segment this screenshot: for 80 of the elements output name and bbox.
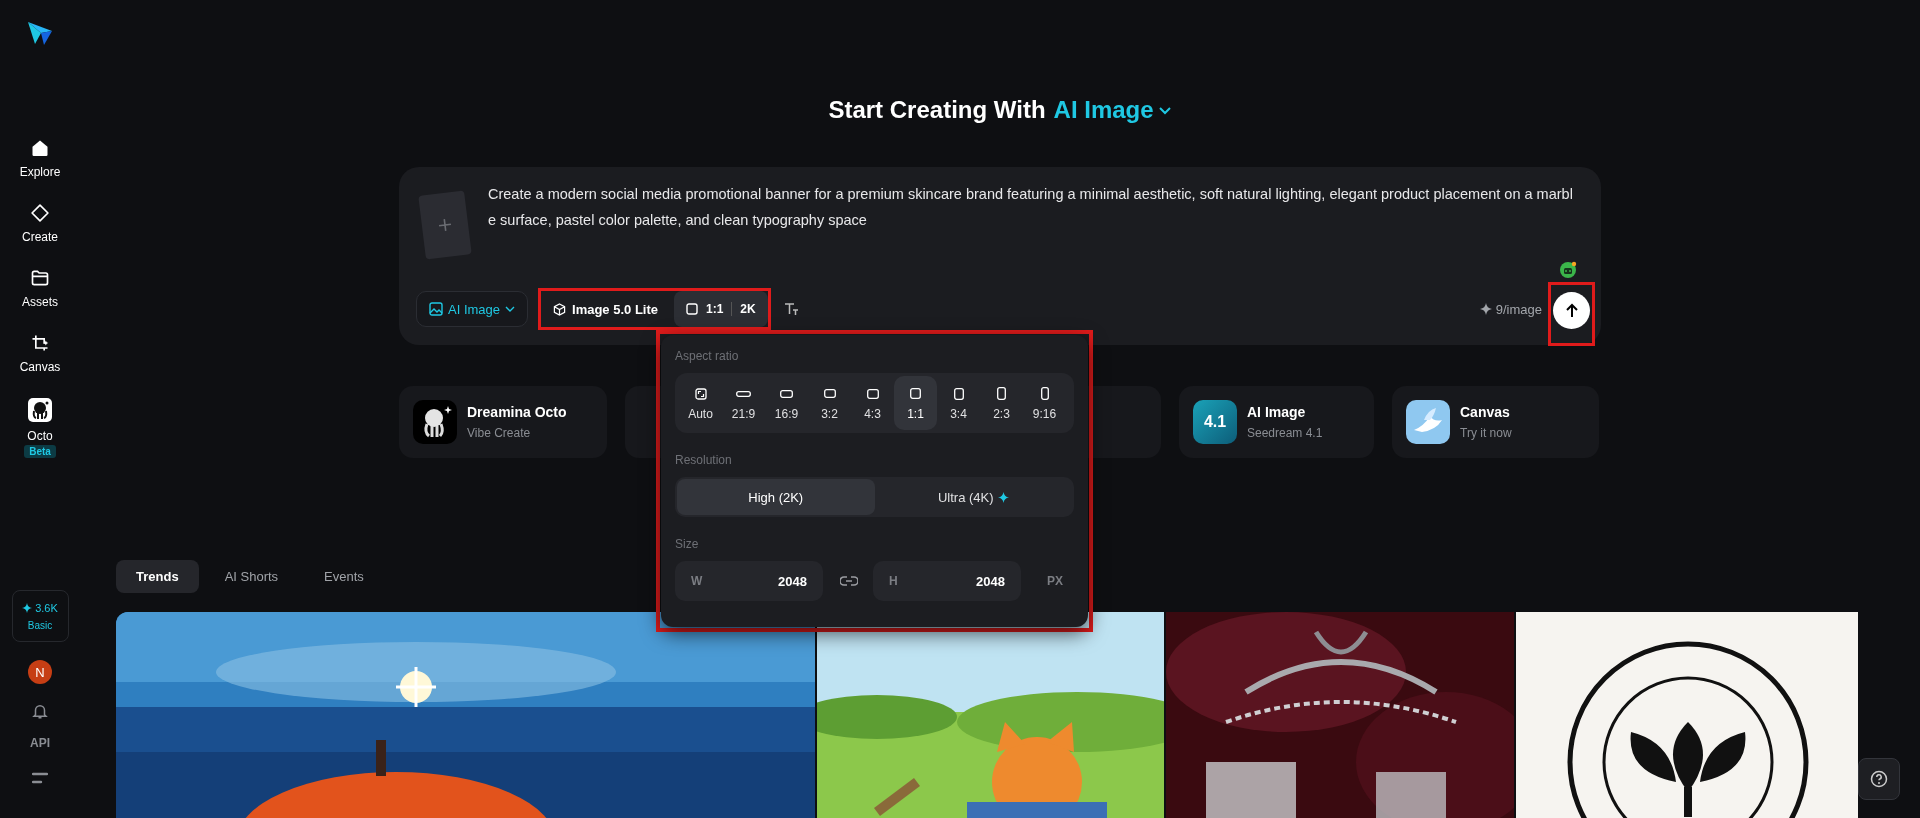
- feature-card[interactable]: Canvas Try it now: [1392, 386, 1599, 458]
- rectangle-icon: [736, 390, 751, 397]
- ratio-option[interactable]: 2:3: [980, 376, 1023, 430]
- unit-label: PX: [1047, 574, 1063, 588]
- folder-icon: [30, 268, 50, 288]
- card-subtitle: Vibe Create: [467, 426, 532, 440]
- ratio-option[interactable]: 1:1: [894, 376, 937, 430]
- card-subtitle: Try it now: [1460, 426, 1512, 440]
- feature-card[interactable]: 4.1 AI Image Seedream 4.1: [1179, 386, 1374, 458]
- tab[interactable]: AI Shorts: [204, 560, 299, 593]
- sidebar-item[interactable]: Explore: [19, 138, 61, 179]
- send-button[interactable]: [1553, 292, 1590, 329]
- rectangle-icon: [780, 389, 793, 398]
- help-icon: [1870, 770, 1888, 788]
- prompt-field[interactable]: Create a modern social media promotional banner for a premium skincare brand featuring a minimal aesthetic, soft natural lighting, elegant product placement on a marble surface, pastel color palette, and clean typography space: [488, 181, 1573, 261]
- rectangle-icon: [866, 388, 879, 399]
- cube-icon: [553, 302, 567, 316]
- sidebar-item[interactable]: Create: [22, 203, 58, 244]
- ratio-button[interactable]: 1:1 2K: [674, 291, 768, 327]
- rectangle-icon: [953, 387, 964, 400]
- beta-badge: Beta: [24, 445, 56, 458]
- api-link[interactable]: API: [30, 736, 50, 750]
- octopus-icon: [28, 398, 52, 422]
- card-title: AI Image: [1247, 404, 1307, 420]
- home-icon: [30, 138, 50, 158]
- bird-icon: [1406, 400, 1450, 444]
- menu-icon: [32, 772, 48, 784]
- ratio-option[interactable]: 9:16: [1023, 376, 1066, 430]
- card-subtitle: Seedream 4.1: [1247, 426, 1323, 440]
- card-title: Dreamina Octo: [467, 404, 567, 420]
- chevron-down-icon: [505, 304, 516, 314]
- robot-icon: [1559, 261, 1577, 279]
- card-title: Canvas: [1460, 404, 1511, 420]
- ratio-option[interactable]: 3:4: [937, 376, 980, 430]
- help-button[interactable]: [1858, 758, 1900, 800]
- link-icon: [840, 575, 858, 587]
- text-size-icon: [782, 301, 799, 317]
- plan-label: Basic: [27, 619, 53, 631]
- section-label: Aspect ratio: [675, 349, 740, 363]
- ratio-option[interactable]: Auto: [679, 376, 722, 430]
- page-title: Start Creating With: [828, 96, 1046, 124]
- bell-icon: [31, 702, 49, 720]
- ratio-option[interactable]: 3:2: [808, 376, 851, 430]
- mode-button[interactable]: AI Image: [416, 291, 529, 327]
- credits-panel[interactable]: 3.6K Basic: [11, 590, 69, 642]
- ratio-option[interactable]: 21:9: [722, 376, 765, 430]
- rectangle-icon: [823, 389, 836, 398]
- rectangle-icon: [910, 388, 921, 399]
- ratio-option[interactable]: 4:3: [851, 376, 894, 430]
- frame-icon: [30, 333, 50, 353]
- sparkle-icon: [30, 203, 50, 223]
- square-icon: [686, 303, 698, 315]
- app-icon: 4.1: [1193, 400, 1237, 444]
- sidebar-item[interactable]: Assets: [22, 268, 58, 309]
- resolution-option[interactable]: Ultra (4K): [874, 479, 1072, 515]
- tab[interactable]: Events: [304, 560, 384, 593]
- expand-icon: [694, 387, 707, 400]
- credit-count: 3.6K: [22, 601, 58, 614]
- cost-label: 9/image: [1479, 301, 1542, 317]
- model-button[interactable]: Image 5.0 Lite: [547, 292, 664, 326]
- octopus-icon: [413, 400, 457, 444]
- sparkle-icon: [22, 602, 33, 613]
- section-label: Size: [675, 537, 700, 551]
- rectangle-icon: [997, 387, 1006, 400]
- sidebar-item[interactable]: Canvas: [19, 333, 61, 374]
- avatar[interactable]: N: [28, 660, 52, 684]
- section-label: Resolution: [675, 453, 733, 467]
- rectangle-icon: [1040, 387, 1049, 400]
- tab[interactable]: Trends: [116, 560, 199, 593]
- image-icon: [429, 302, 443, 316]
- sidebar-item[interactable]: Octo: [27, 398, 53, 443]
- plus-icon: [438, 218, 452, 232]
- feature-card[interactable]: Dreamina Octo Vibe Create: [399, 386, 607, 458]
- width-field[interactable]: W 2048: [675, 561, 823, 601]
- sparkle-icon: [1479, 303, 1492, 315]
- height-field[interactable]: H 2048: [873, 561, 1021, 601]
- ratio-option[interactable]: 16:9: [765, 376, 808, 430]
- logo-icon: [26, 20, 54, 46]
- resolution-option[interactable]: High (2K): [677, 479, 875, 515]
- mode-dropdown[interactable]: AI Image: [1053, 96, 1172, 124]
